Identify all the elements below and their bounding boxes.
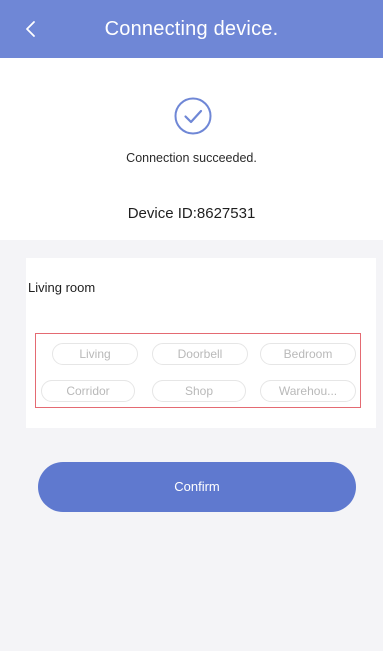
tag-warehouse[interactable]: Warehou... xyxy=(260,380,356,402)
confirm-button[interactable]: Confirm xyxy=(38,462,356,512)
tag-bedroom[interactable]: Bedroom xyxy=(260,343,356,365)
device-name-input[interactable] xyxy=(26,258,326,316)
check-circle-icon xyxy=(174,97,212,135)
screen: Connecting device. Connection succeeded.… xyxy=(0,0,383,651)
app-header: Connecting device. xyxy=(0,0,383,58)
device-id-text: Device ID:8627531 xyxy=(127,205,256,222)
tag-corridor[interactable]: Corridor xyxy=(41,380,135,402)
tag-doorbell[interactable]: Doorbell xyxy=(152,343,248,365)
tag-shop[interactable]: Shop xyxy=(152,380,246,402)
name-suggestion-tags: Living Doorbell Bedroom Corridor Shop Wa… xyxy=(35,333,361,408)
connection-status-text: Connection succeeded. xyxy=(126,151,257,165)
bottom-spacer xyxy=(0,540,383,651)
tag-living[interactable]: Living xyxy=(52,343,138,365)
connection-status-panel: Connection succeeded. Device ID:8627531 xyxy=(0,58,383,240)
page-title: Connecting device. xyxy=(104,18,279,40)
